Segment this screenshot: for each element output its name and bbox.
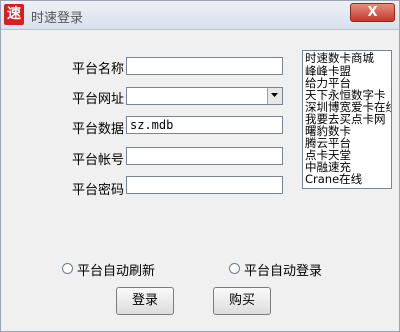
auto-refresh-label[interactable]: 平台自动刷新: [77, 260, 155, 279]
platform-password-label: 平台密码: [72, 183, 125, 198]
app-icon: 速: [4, 4, 24, 25]
login-window: 速 时速登录 X 平台名称 平台网址 平台数据 sz.mdb 平台帐号 平台密码…: [0, 0, 400, 332]
auto-refresh-radio[interactable]: [62, 263, 73, 274]
dropdown-arrow-button[interactable]: [267, 88, 282, 104]
window-title: 时速登录: [31, 11, 84, 26]
buy-button[interactable]: 购买: [213, 287, 271, 315]
auto-login-label[interactable]: 平台自动登录: [244, 260, 322, 279]
platform-data-value: sz.mdb: [130, 118, 174, 132]
platform-url-label: 平台网址: [72, 92, 125, 107]
list-item[interactable]: Crane在线: [305, 173, 362, 186]
platform-url-dropdown[interactable]: [126, 87, 283, 105]
platform-account-label: 平台帐号: [72, 153, 125, 168]
platform-list[interactable]: 时速数卡商城 峰峰卡盟 给力平台 天下永恒数字卡 深圳博宽爱卡在线 我要去买点卡…: [302, 50, 392, 189]
chevron-down-icon: [271, 93, 278, 97]
platform-data-label: 平台数据: [72, 122, 125, 137]
title-bar: 速 时速登录 X: [1, 1, 399, 30]
login-button[interactable]: 登录: [116, 287, 174, 315]
platform-account-field[interactable]: [126, 147, 283, 165]
platform-name-label: 平台名称: [72, 62, 125, 77]
auto-login-radio[interactable]: [229, 263, 240, 274]
close-button[interactable]: X: [350, 3, 395, 22]
platform-password-field[interactable]: [126, 176, 283, 194]
platform-data-field[interactable]: sz.mdb: [126, 116, 283, 134]
platform-name-field[interactable]: [126, 57, 283, 75]
